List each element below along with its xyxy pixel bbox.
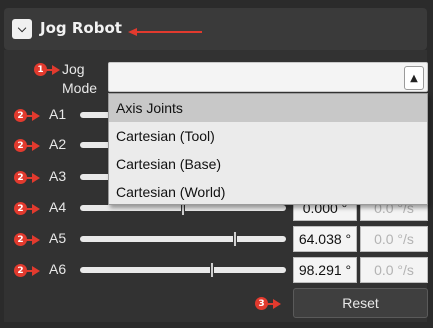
slider-thumb[interactable] <box>233 231 237 247</box>
axis-label-a6: A6 <box>49 261 67 277</box>
axis-label-a3: A3 <box>49 168 67 184</box>
arrow-right-icon <box>26 203 40 214</box>
chevron-down-icon[interactable]: ⌵ <box>12 19 32 39</box>
callout-2: 2 <box>14 264 40 277</box>
jog-robot-header[interactable]: ⌵ Jog Robot <box>4 8 427 50</box>
chevron-up-icon[interactable]: ▲ <box>404 66 424 90</box>
arrow-right-icon <box>26 140 40 151</box>
angle-field-a5[interactable]: 64.038 ° <box>293 226 357 252</box>
axis-label-a1: A1 <box>49 106 67 122</box>
slider-thumb[interactable] <box>210 262 214 278</box>
callout-3: 3 <box>255 297 281 310</box>
option-cartesian-base[interactable]: Cartesian (Base) <box>109 150 427 178</box>
callout-2: 2 <box>14 233 40 246</box>
callout-1: 1 <box>34 63 60 76</box>
angle-field-a6[interactable]: 98.291 ° <box>293 257 357 283</box>
callout-2: 2 <box>14 109 40 122</box>
arrow-right-icon <box>26 172 40 183</box>
jog-mode-label: Jog Mode <box>62 61 98 96</box>
axis-label-a4: A4 <box>49 199 67 215</box>
arrow-right-icon <box>267 298 281 309</box>
callout-2: 2 <box>14 139 40 152</box>
arrow-right-icon <box>26 265 40 276</box>
arrow-right-icon <box>26 234 40 245</box>
axis-slider-a6[interactable] <box>80 262 286 278</box>
arrow-right-icon <box>46 64 60 75</box>
callout-arrow-icon <box>128 28 202 36</box>
section-title: Jog Robot <box>40 19 122 37</box>
axis-slider-a5[interactable] <box>80 231 286 247</box>
reset-button[interactable]: Reset <box>293 288 428 318</box>
option-cartesian-world[interactable]: Cartesian (World) <box>109 178 427 206</box>
arrow-right-icon <box>26 110 40 121</box>
speed-field-a6[interactable]: 0.0 °/s <box>360 257 428 283</box>
jog-mode-dropdown: Axis Joints Cartesian (Tool) Cartesian (… <box>108 93 428 205</box>
callout-2: 2 <box>14 171 40 184</box>
option-cartesian-tool[interactable]: Cartesian (Tool) <box>109 122 427 150</box>
option-axis-joints[interactable]: Axis Joints <box>109 94 427 122</box>
jog-mode-select[interactable]: ▲ <box>108 62 428 92</box>
axis-label-a2: A2 <box>49 136 67 152</box>
callout-2: 2 <box>14 202 40 215</box>
axis-label-a5: A5 <box>49 230 67 246</box>
speed-field-a5[interactable]: 0.0 °/s <box>360 226 428 252</box>
